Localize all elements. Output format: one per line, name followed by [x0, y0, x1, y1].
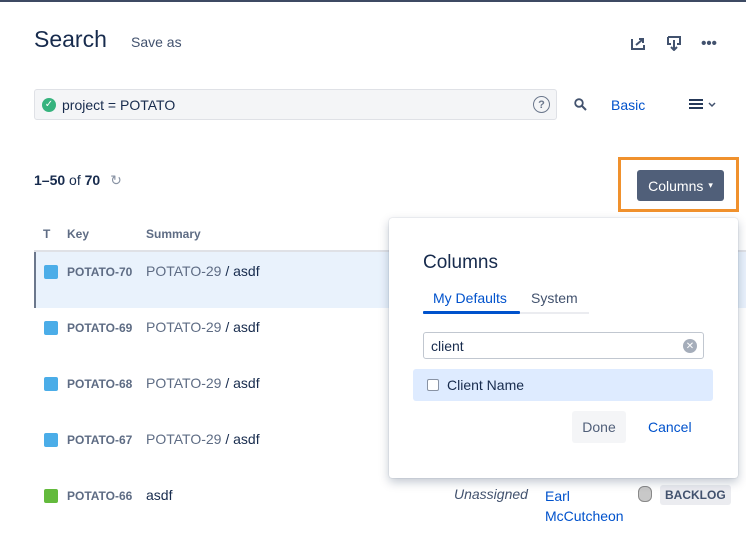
more-icon[interactable]: ••• — [698, 32, 720, 54]
view-menu-icon[interactable] — [687, 93, 719, 115]
active-tab-indicator — [423, 311, 520, 314]
popup-title: Columns — [423, 252, 498, 273]
issue-key[interactable]: POTATO-69 — [67, 321, 132, 335]
search-icon[interactable] — [569, 93, 591, 115]
subtask-icon — [44, 433, 58, 447]
column-search-input[interactable]: client ✕ — [423, 332, 704, 359]
cancel-button[interactable]: Cancel — [648, 419, 692, 435]
assignee: Unassigned — [454, 486, 528, 502]
save-as-button[interactable]: Save as — [131, 34, 182, 50]
columns-popup: Columns My Defaults System client ✕ Clien… — [389, 218, 738, 478]
story-icon — [44, 489, 58, 503]
status-badge[interactable]: BACKLOG — [660, 485, 731, 505]
issue-summary[interactable]: POTATO-29 / asdf — [146, 263, 260, 279]
avatar — [638, 486, 652, 502]
tab-system[interactable]: System — [531, 290, 578, 306]
columns-button[interactable]: Columns ▾ — [637, 170, 724, 201]
export-icon[interactable] — [663, 32, 685, 54]
top-border — [0, 0, 746, 2]
clear-icon[interactable]: ✕ — [683, 339, 697, 353]
column-header-type[interactable]: T — [43, 227, 50, 241]
column-option-client-name[interactable]: Client Name — [413, 369, 713, 401]
jql-query: project = POTATO — [62, 96, 176, 113]
help-icon[interactable]: ? — [533, 96, 550, 113]
issue-summary[interactable]: POTATO-29 / asdf — [146, 431, 260, 447]
share-icon[interactable] — [628, 32, 650, 54]
done-button[interactable]: Done — [572, 411, 626, 443]
reporter-link[interactable]: Earl McCutcheon — [545, 486, 624, 526]
jql-input[interactable]: ✓ project = POTATO ? — [34, 89, 557, 120]
issue-summary[interactable]: POTATO-29 / asdf — [146, 319, 260, 335]
basic-search-link[interactable]: Basic — [611, 97, 645, 113]
refresh-icon[interactable]: ↻ — [110, 172, 122, 188]
tab-my-defaults[interactable]: My Defaults — [433, 290, 507, 306]
valid-check-icon: ✓ — [42, 97, 56, 112]
table-row[interactable]: POTATO-66 asdf — [34, 476, 746, 532]
page-title: Search — [34, 26, 107, 52]
issue-key[interactable]: POTATO-66 — [67, 489, 132, 503]
issue-key[interactable]: POTATO-68 — [67, 377, 132, 391]
subtask-icon — [44, 377, 58, 391]
column-header-key[interactable]: Key — [67, 227, 89, 241]
checkbox[interactable] — [427, 379, 439, 391]
issue-summary[interactable]: POTATO-29 / asdf — [146, 375, 260, 391]
issue-summary[interactable]: asdf — [146, 487, 172, 503]
issue-key[interactable]: POTATO-70 — [67, 265, 132, 279]
results-count: 1–50 of 70 ↻ — [34, 172, 122, 188]
subtask-icon — [44, 321, 58, 335]
subtask-icon — [44, 265, 58, 279]
issue-key[interactable]: POTATO-67 — [67, 433, 132, 447]
column-header-summary[interactable]: Summary — [146, 227, 201, 241]
